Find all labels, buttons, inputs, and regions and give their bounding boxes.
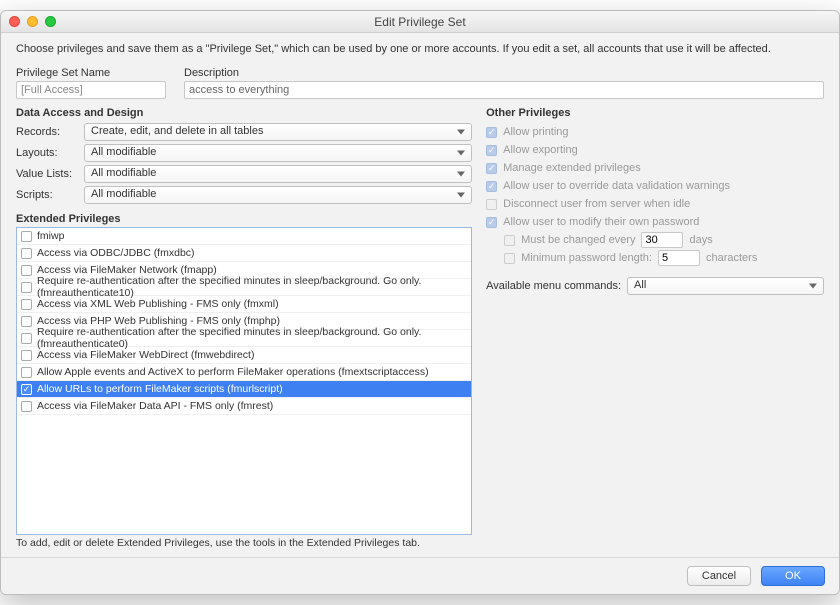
manage-extended-label: Manage extended privileges [503,162,641,174]
extended-privilege-label: Require re-authentication after the spec… [37,326,467,350]
min-password-label: Minimum password length: [521,252,652,264]
min-password-length-input[interactable] [658,250,700,266]
extended-privilege-label: Access via FileMaker WebDirect (fmwebdir… [37,349,254,361]
extended-privilege-label: Allow Apple events and ActiveX to perfor… [37,366,429,378]
content: Choose privileges and save them as a "Pr… [1,33,839,557]
extended-privilege-row[interactable]: Require re-authentication after the spec… [17,330,471,347]
data-access-title: Data Access and Design [16,107,472,119]
checkbox-icon [504,235,515,246]
allow-printing-checkbox[interactable]: Allow printing [486,123,824,141]
name-label: Privilege Set Name [16,67,166,79]
allow-exporting-label: Allow exporting [503,144,578,156]
description-input[interactable] [184,81,824,99]
layouts-label: Layouts: [16,147,84,159]
checkbox-icon [486,199,497,210]
scripts-label: Scripts: [16,189,84,201]
privilege-set-name-input[interactable] [16,81,166,99]
checkbox-icon [21,367,32,378]
valuelists-label: Value Lists: [16,168,84,180]
allow-printing-label: Allow printing [503,126,568,138]
checkbox-icon [21,231,32,242]
records-popup[interactable]: Create, edit, and delete in all tables [84,123,472,141]
min-password-row[interactable]: Minimum password length: characters [504,249,824,267]
description-label: Description [184,67,824,79]
manage-extended-checkbox[interactable]: Manage extended privileges [486,159,824,177]
titlebar: Edit Privilege Set [1,11,839,33]
checkbox-icon [21,299,32,310]
disconnect-idle-checkbox[interactable]: Disconnect user from server when idle [486,195,824,213]
disconnect-idle-label: Disconnect user from server when idle [503,198,690,210]
extended-privilege-row[interactable]: Allow Apple events and ActiveX to perfor… [17,364,471,381]
footer: Cancel OK [1,557,839,594]
edit-privilege-set-dialog: Edit Privilege Set Choose privileges and… [0,10,840,595]
available-menu-popup[interactable]: All [627,277,824,295]
checkbox-icon [21,350,32,361]
ok-button[interactable]: OK [761,566,825,586]
extended-privileges-list[interactable]: fmiwp Access via ODBC/JDBC (fmxdbc) Access… [16,227,472,535]
extended-privilege-label: Access via FileMaker Data API - FMS only… [37,400,273,412]
checkbox-icon [486,127,497,138]
available-menu-label: Available menu commands: [486,280,621,292]
checkbox-icon [486,181,497,192]
extended-privilege-label: fmiwp [37,230,64,242]
checkbox-icon [486,145,497,156]
must-change-every-row[interactable]: Must be changed every days [504,231,824,249]
days-label: days [689,234,712,246]
checkbox-icon [21,401,32,412]
must-change-days-input[interactable] [641,232,683,248]
extended-privilege-row[interactable]: Allow URLs to perform FileMaker scripts … [17,381,471,398]
extended-privileges-hint: To add, edit or delete Extended Privileg… [16,537,472,549]
cancel-button[interactable]: Cancel [687,566,751,586]
extended-privilege-row[interactable]: Access via FileMaker Data API - FMS only… [17,398,471,415]
extended-privilege-label: Allow URLs to perform FileMaker scripts … [37,383,283,395]
checkbox-icon [486,217,497,228]
checkbox-icon [21,282,32,293]
extended-privilege-label: Access via ODBC/JDBC (fmxdbc) [37,247,195,259]
scripts-popup[interactable]: All modifiable [84,186,472,204]
window-title: Edit Privilege Set [1,15,839,29]
checkbox-icon [21,316,32,327]
extended-privilege-label: Access via XML Web Publishing - FMS only… [37,298,279,310]
other-privileges-title: Other Privileges [486,107,824,119]
checkbox-icon [504,253,515,264]
extended-privilege-label: Require re-authentication after the spec… [37,275,467,299]
extended-privilege-row[interactable]: Access via ODBC/JDBC (fmxdbc) [17,245,471,262]
modify-password-checkbox[interactable]: Allow user to modify their own password [486,213,824,231]
override-validation-label: Allow user to override data validation w… [503,180,730,192]
checkbox-icon [21,333,32,344]
layouts-popup[interactable]: All modifiable [84,144,472,162]
allow-exporting-checkbox[interactable]: Allow exporting [486,141,824,159]
extended-privilege-row[interactable]: fmiwp [17,228,471,245]
override-validation-checkbox[interactable]: Allow user to override data validation w… [486,177,824,195]
characters-label: characters [706,252,757,264]
must-change-label: Must be changed every [521,234,635,246]
extended-privilege-row[interactable]: Require re-authentication after the spec… [17,279,471,296]
intro-text: Choose privileges and save them as a "Pr… [16,43,824,55]
checkbox-icon [486,163,497,174]
records-label: Records: [16,126,84,138]
extended-privileges-title: Extended Privileges [16,213,472,225]
valuelists-popup[interactable]: All modifiable [84,165,472,183]
modify-password-label: Allow user to modify their own password [503,216,699,228]
checkbox-icon [21,265,32,276]
checkbox-icon [21,248,32,259]
checkbox-icon [21,384,32,395]
